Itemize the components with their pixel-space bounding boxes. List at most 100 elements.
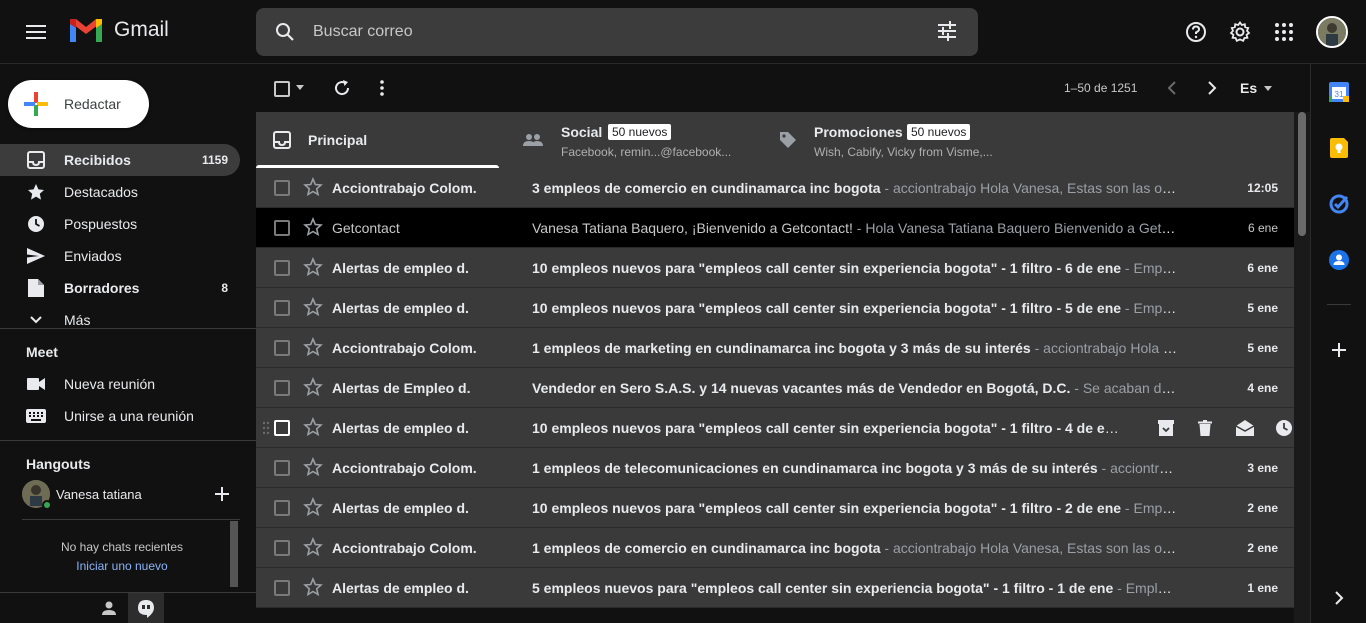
refresh-button[interactable] [332,78,352,98]
meet-join-meeting[interactable]: Unirse a una reunión [0,400,240,432]
star-toggle-icon[interactable] [303,456,323,477]
mark-read-button[interactable] [1235,418,1255,438]
email-row[interactable]: Acciontrabajo Colom. 3 empleos de comerci… [256,168,1294,208]
main-scrollbar[interactable] [1294,112,1310,623]
inbox-icon [26,150,46,170]
star-toggle-icon[interactable] [303,296,323,317]
clock-icon [26,214,46,234]
start-new-chat-link[interactable]: Iniciar uno nuevo [22,559,222,573]
tab-promociones[interactable]: Promociones 50 nuevos Wish, Cabify, Vick… [762,112,1015,168]
gmail-logo[interactable]: Gmail [68,16,169,44]
email-row[interactable]: Alertas de empleo d. 10 empleos nuevos pa… [256,408,1294,448]
search-options-button[interactable] [936,20,960,44]
email-row[interactable]: Alertas de empleo d. 10 empleos nuevos pa… [256,488,1294,528]
contacts-button[interactable] [100,599,120,619]
row-checkbox[interactable] [274,300,290,316]
input-language-button[interactable]: Es [1240,80,1257,96]
row-checkbox[interactable] [274,580,290,596]
star-toggle-icon[interactable] [303,256,323,277]
trash-icon [1198,420,1213,436]
gmail-m-icon [70,19,102,42]
main-menu-button[interactable] [20,16,52,48]
star-toggle-icon[interactable] [303,416,323,437]
nav-item-destacados[interactable]: Destacados [0,176,240,208]
email-sender: Acciontrabajo Colom. [332,340,477,356]
email-row[interactable]: Getcontact Vanesa Tatiana Baquero, ¡Bienv… [256,208,1294,248]
drag-handle-icon[interactable] [262,421,270,435]
email-sender: Acciontrabajo Colom. [332,540,477,556]
row-checkbox[interactable] [274,260,290,276]
divider [1327,304,1351,305]
account-avatar[interactable] [1316,16,1348,48]
expand-panel-button[interactable] [1329,588,1349,608]
newer-page-button[interactable] [1162,78,1182,98]
hangouts-user[interactable]: Vanesa tatiana [22,480,142,510]
star-toggle-icon[interactable] [303,376,323,397]
nav-item-enviados[interactable]: Enviados [0,240,240,272]
scrollbar-thumb[interactable] [1298,112,1306,236]
chevron-down-icon [26,310,46,330]
new-conversation-button[interactable] [214,486,232,504]
email-row[interactable]: Alertas de empleo d. 10 empleos nuevos pa… [256,248,1294,288]
search-button[interactable] [272,19,298,45]
email-preview: 1 empleos de marketing en cundinamarca i… [532,340,1179,356]
row-checkbox[interactable] [274,340,290,356]
no-chats-text: No hay chats recientes [60,540,184,554]
star-toggle-icon[interactable] [303,536,323,557]
email-row[interactable]: Acciontrabajo Colom. 1 empleos de comerci… [256,528,1294,568]
email-sender: Acciontrabajo Colom. [332,180,477,196]
settings-button[interactable] [1228,20,1252,44]
keep-button[interactable] [1329,138,1349,158]
snooze-button[interactable] [1275,418,1295,438]
older-page-button[interactable] [1202,78,1222,98]
help-button[interactable] [1184,20,1208,44]
hangouts-button[interactable] [128,593,164,623]
search-icon [276,23,294,41]
nav-item-mas[interactable]: Más [0,304,240,336]
email-row[interactable]: Alertas de empleo d. 10 empleos nuevos pa… [256,288,1294,328]
star-toggle-icon[interactable] [303,496,323,517]
contacts-panel-button[interactable] [1329,250,1349,270]
caret-down-icon[interactable] [1264,86,1272,91]
nav-label: Enviados [64,248,122,264]
nav-item-pospuestos[interactable]: Pospuestos [0,208,240,240]
get-addons-button[interactable] [1329,340,1349,360]
compose-button[interactable]: Redactar [8,80,149,128]
archive-button[interactable] [1156,418,1176,438]
email-snippet: - Empleos call center [1117,580,1179,596]
email-row[interactable]: Alertas de empleo d. 5 empleos nuevos par… [256,568,1294,608]
row-checkbox[interactable] [274,220,290,236]
row-checkbox[interactable] [274,460,290,476]
star-toggle-icon[interactable] [303,576,323,597]
tab-social[interactable]: Social 50 nuevos Facebook, remin...@face… [509,112,762,168]
chat-scrollbar[interactable] [230,521,238,587]
more-vert-icon [380,80,384,96]
star-toggle-icon[interactable] [303,336,323,357]
star-toggle-icon[interactable] [303,216,323,237]
refresh-icon [335,80,350,96]
delete-button[interactable] [1196,418,1216,438]
select-options-caret-icon[interactable] [296,85,304,90]
row-checkbox[interactable] [274,500,290,516]
tasks-button[interactable] [1329,194,1349,214]
email-row[interactable]: Acciontrabajo Colom. 1 empleos de telecom… [256,448,1294,488]
row-checkbox[interactable] [274,420,290,436]
email-row[interactable]: Acciontrabajo Colom. 1 empleos de marketi… [256,328,1294,368]
calendar-button[interactable]: 31 [1329,82,1349,102]
star-toggle-icon[interactable] [303,176,323,197]
row-checkbox[interactable] [274,380,290,396]
nav-item-recibidos[interactable]: Recibidos 1159 [0,144,240,176]
meet-new-meeting[interactable]: Nueva reunión [0,368,240,400]
row-checkbox[interactable] [274,540,290,556]
row-checkbox[interactable] [274,180,290,196]
email-snippet: - Se acaban de publicar [1074,380,1179,396]
email-subject: 5 empleos nuevos para "empleos call cent… [532,580,1114,596]
email-row[interactable]: Alertas de Empleo d. Vendedor en Sero S.A… [256,368,1294,408]
search-input[interactable] [313,23,913,41]
more-options-button[interactable] [372,78,392,98]
nav-item-borradores[interactable]: Borradores 8 [0,272,240,304]
select-all-checkbox[interactable] [274,81,290,97]
nav-label: Borradores [64,280,140,296]
tab-principal[interactable]: Principal [256,112,499,168]
apps-button[interactable] [1272,20,1296,44]
